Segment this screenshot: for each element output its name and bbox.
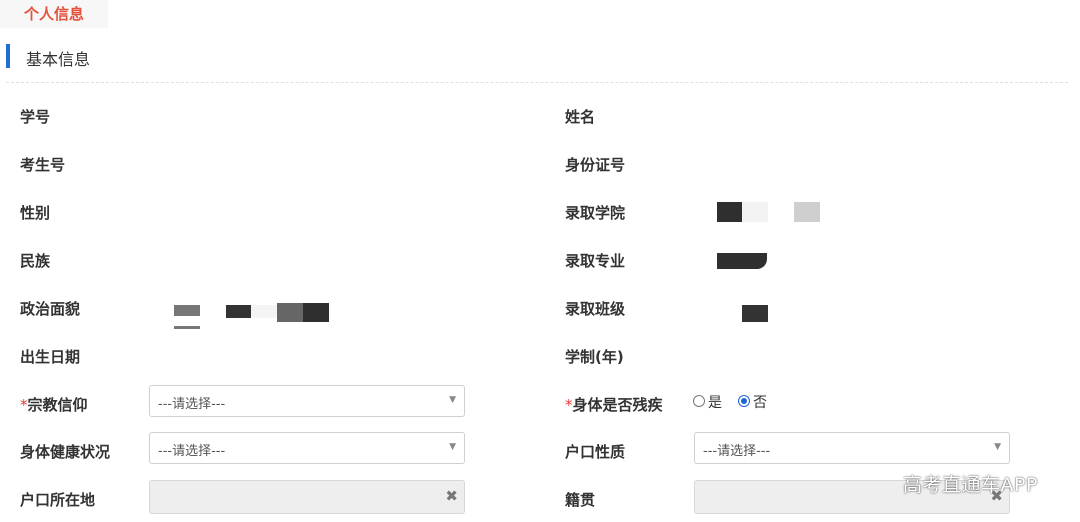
health-select[interactable]: ---请选择--- ▼ [149,432,465,464]
label-exam-number: 考生号 [20,156,66,174]
redacted-college-value [742,202,768,222]
tab-personal-info[interactable]: 个人信息 [0,0,108,28]
radio-yes-label: 是 [708,395,722,411]
label-id-number: 身份证号 [565,156,626,174]
redacted-major-value [717,253,767,269]
label-ethnicity: 民族 [20,252,51,270]
label-health: 身体健康状况 [20,443,111,461]
redacted-political-value [277,303,303,322]
radio-yes-circle[interactable] [693,395,705,407]
chevron-down-icon: ▼ [994,442,1001,452]
label-disability: *身体是否残疾 [565,396,663,414]
required-mark: * [20,396,28,414]
section-title: 基本信息 [26,50,91,69]
redacted-political-value [174,305,200,316]
redacted-class-value [742,305,768,322]
label-class: 录取班级 [565,300,626,318]
redacted-political-value [251,305,277,318]
religion-select[interactable]: ---请选择--- ▼ [149,385,465,417]
label-student-id: 学号 [20,108,51,126]
health-select-value: ---请选择--- [158,444,226,459]
household-type-select[interactable]: ---请选择--- ▼ [694,432,1010,464]
tab-label: 个人信息 [24,5,85,23]
app-watermark: 高考直通车APP [903,474,1038,496]
household-type-select-value: ---请选择--- [703,444,771,459]
label-college: 录取学院 [565,204,626,222]
radio-no-circle-selected[interactable] [738,395,750,407]
household-location-input[interactable]: ✖ [149,480,465,514]
label-political-status: 政治面貌 [20,300,81,318]
chevron-down-icon: ▼ [449,442,456,452]
radio-no[interactable]: 否 [738,392,778,412]
label-household-type: 户口性质 [565,443,626,461]
religion-select-value: ---请选择--- [158,397,226,412]
required-mark: * [565,396,573,414]
label-study-years: 学制(年) [565,348,624,366]
label-gender: 性别 [20,204,51,222]
label-major: 录取专业 [565,252,626,270]
redacted-college-value [717,202,742,222]
redacted-political-value [226,305,251,318]
redacted-college-value [794,202,820,222]
radio-yes[interactable]: 是 [693,392,731,412]
chevron-down-icon: ▼ [449,395,456,405]
label-household-location: 户口所在地 [20,491,96,509]
redacted-political-value [174,326,200,329]
label-religion: *宗教信仰 [20,396,88,414]
label-native-place: 籍贯 [565,491,596,509]
label-birth-date: 出生日期 [20,348,81,366]
clear-icon[interactable]: ✖ [445,487,458,505]
section-divider [6,82,1068,83]
section-accent-bar [6,44,10,68]
radio-no-label: 否 [753,395,767,411]
label-name: 姓名 [565,108,596,126]
redacted-political-value [303,303,329,322]
